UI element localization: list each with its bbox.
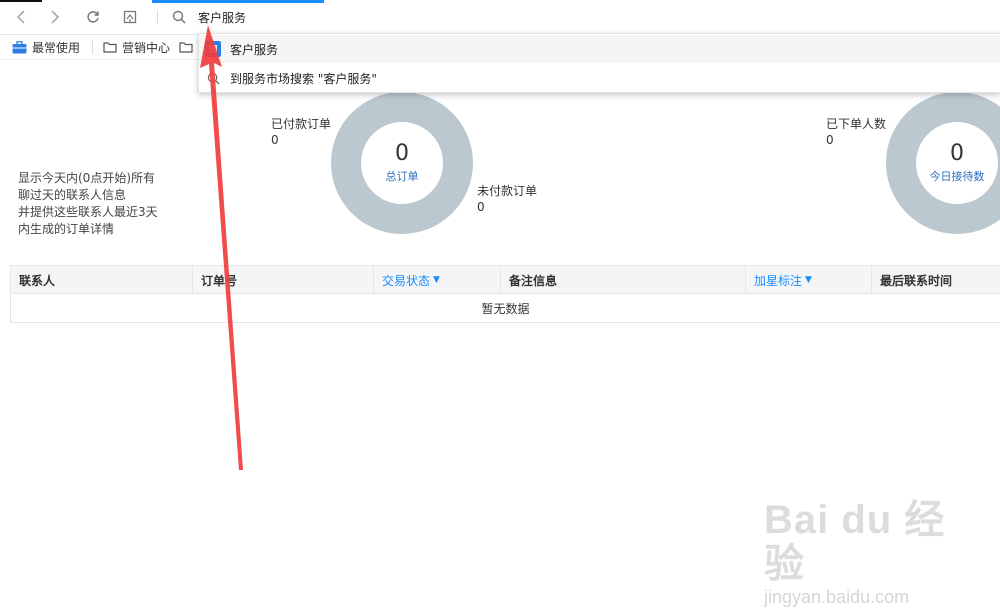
empty-state-text: 暂无数据 xyxy=(481,301,530,316)
column-order-no: 订单号 xyxy=(192,266,373,294)
total-orders-donut: 0 总订单 xyxy=(331,92,473,234)
paid-orders-label: 已付款订单 xyxy=(271,117,332,131)
contacts-table-header: 联系人 订单号 交易状态 ▼ 备注信息 加星标注 ▼ 最后联系时间 xyxy=(10,265,1000,294)
description-line: 聊过天的联系人信息 xyxy=(18,188,127,202)
address-suggestion-dropdown: 客户服务 到服务市场搜索 "客户服务" xyxy=(198,33,1000,93)
column-star-mark-filter[interactable]: 加星标注 ▼ xyxy=(745,266,871,294)
loading-progress-bar xyxy=(152,0,324,3)
bookmark-most-used[interactable]: 最常使用 xyxy=(12,38,80,56)
search-icon xyxy=(172,10,186,24)
bookmark-label: 营销中心 xyxy=(122,40,171,55)
description-line: 并提供这些联系人最近3天 xyxy=(18,205,158,219)
toolbar-divider xyxy=(157,10,158,24)
chevron-left-icon xyxy=(16,10,25,24)
column-label: 最后联系时间 xyxy=(880,273,953,288)
unpaid-orders-value: 0 xyxy=(477,200,485,214)
description-line: 显示今天内(0点开始)所有 xyxy=(18,171,155,185)
reload-button[interactable] xyxy=(84,8,102,26)
reload-icon xyxy=(87,11,99,23)
reception-caption: 今日接待数 xyxy=(929,170,985,183)
unpaid-orders-label: 未付款订单 xyxy=(477,184,538,198)
suggestion-label: 到服务市场搜索 "客户服务" xyxy=(230,71,377,86)
search-icon xyxy=(207,72,220,85)
watermark-main-text: Bai du 经验 xyxy=(764,498,946,586)
column-contact: 联系人 xyxy=(11,266,192,294)
column-label: 备注信息 xyxy=(509,273,558,288)
address-search-icon-wrap xyxy=(170,8,188,26)
forward-button[interactable] xyxy=(46,8,64,26)
page-description: 显示今天内(0点开始)所有 聊过天的联系人信息 并提供这些联系人最近3天 内生成… xyxy=(18,170,168,238)
description-line: 内生成的订单详情 xyxy=(18,222,115,236)
bookmark-folder[interactable] xyxy=(179,38,198,56)
folder-icon xyxy=(103,42,117,53)
column-label: 订单号 xyxy=(201,273,238,288)
reception-value: 0 xyxy=(950,141,964,166)
column-trade-status-filter[interactable]: 交易状态 ▼ xyxy=(373,266,500,294)
column-last-contact-time: 最后联系时间 xyxy=(871,266,1000,294)
column-remarks: 备注信息 xyxy=(500,266,745,294)
briefcase-icon xyxy=(12,40,27,53)
bookmark-marketing-center[interactable]: 营销中心 xyxy=(103,38,170,56)
contacts-table-body: 暂无数据 xyxy=(10,294,1000,323)
folder-icon xyxy=(179,42,193,53)
column-label: 联系人 xyxy=(19,273,56,288)
suggestion-item-search-market[interactable]: 到服务市场搜索 "客户服务" xyxy=(199,64,1000,92)
paid-orders-value: 0 xyxy=(271,133,279,147)
buyers-count-value: 0 xyxy=(826,133,834,147)
app-icon xyxy=(205,41,221,57)
column-label: 加星标注 xyxy=(754,273,803,288)
suggestion-item-app[interactable]: 客户服务 xyxy=(199,35,1000,63)
address-input[interactable] xyxy=(198,8,498,26)
browser-toolbar xyxy=(0,0,1000,35)
chevron-right-icon xyxy=(51,10,60,24)
home-button[interactable] xyxy=(121,8,139,26)
home-icon xyxy=(123,10,137,24)
reception-donut: 0 今日接待数 xyxy=(886,92,1000,234)
suggestion-label: 客户服务 xyxy=(230,42,279,57)
buyers-count-label: 已下单人数 xyxy=(826,117,887,131)
bookmark-divider xyxy=(92,40,93,54)
total-orders-value: 0 xyxy=(395,141,409,166)
tab-indicator-dark xyxy=(0,0,42,2)
baidu-jingyan-watermark: Bai du 经验 jingyan.baidu.com xyxy=(764,498,964,607)
back-button[interactable] xyxy=(12,8,30,26)
total-orders-caption: 总订单 xyxy=(385,170,419,183)
column-label: 交易状态 xyxy=(382,273,431,288)
caret-down-icon: ▼ xyxy=(805,275,812,285)
bookmark-label: 最常使用 xyxy=(32,40,81,55)
caret-down-icon: ▼ xyxy=(433,275,440,285)
watermark-sub-text: jingyan.baidu.com xyxy=(764,587,910,607)
